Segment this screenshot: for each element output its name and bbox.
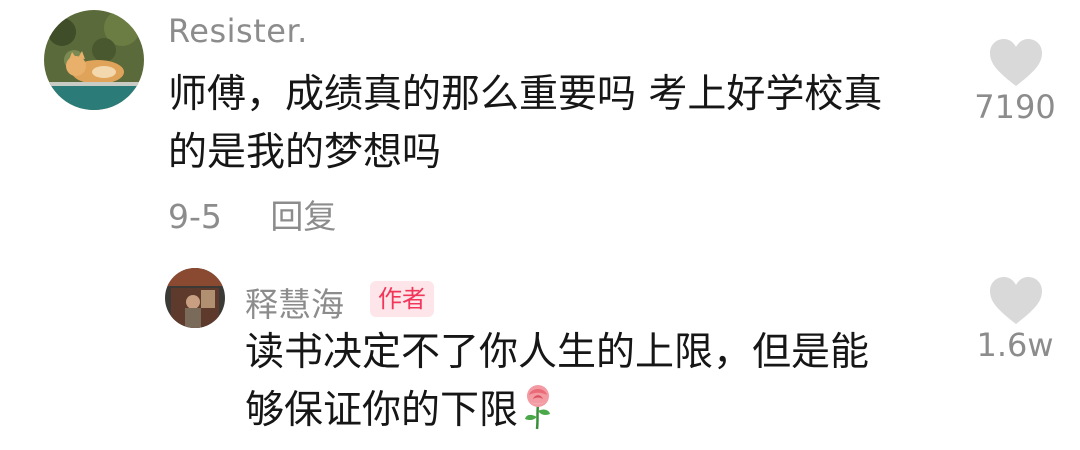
heart-icon [990,277,1042,324]
reply-text-line2: 够保证你的下限 [245,388,519,433]
rose-icon [522,383,554,431]
monk-avatar-image [165,268,225,328]
comment-text: 师傅，成绩真的那么重要吗 考上好学校真 的是我的梦想吗 [168,66,948,182]
reply-button[interactable]: 回复 [270,197,336,236]
cat-avatar-image [44,10,144,110]
user-avatar[interactable] [44,10,144,110]
reply-username[interactable]: 释慧海 [245,278,344,326]
reply-like-button[interactable] [988,276,1044,326]
like-button[interactable] [988,38,1044,88]
reply-text-line1: 读书决定不了你人生的上限，但是能 [245,330,870,375]
author-badge: 作者 [370,281,434,317]
comment-text-line2: 的是我的梦想吗 [168,130,442,175]
reply-like-count: 1.6w [976,326,1054,364]
comment-meta: 9-5 回复 [168,190,336,238]
reply-text-line2-wrap: 够保证你的下限 [245,382,945,440]
like-count: 7190 [974,88,1056,126]
comment-date: 9-5 [168,197,222,236]
heart-icon [990,39,1042,86]
reply-text: 读书决定不了你人生的上限，但是能 够保证你的下限 [245,324,945,440]
reply-user-avatar[interactable] [165,268,225,328]
comment-username[interactable]: Resister. [168,12,308,50]
comment-text-line1: 师傅，成绩真的那么重要吗 考上好学校真 [168,72,883,117]
